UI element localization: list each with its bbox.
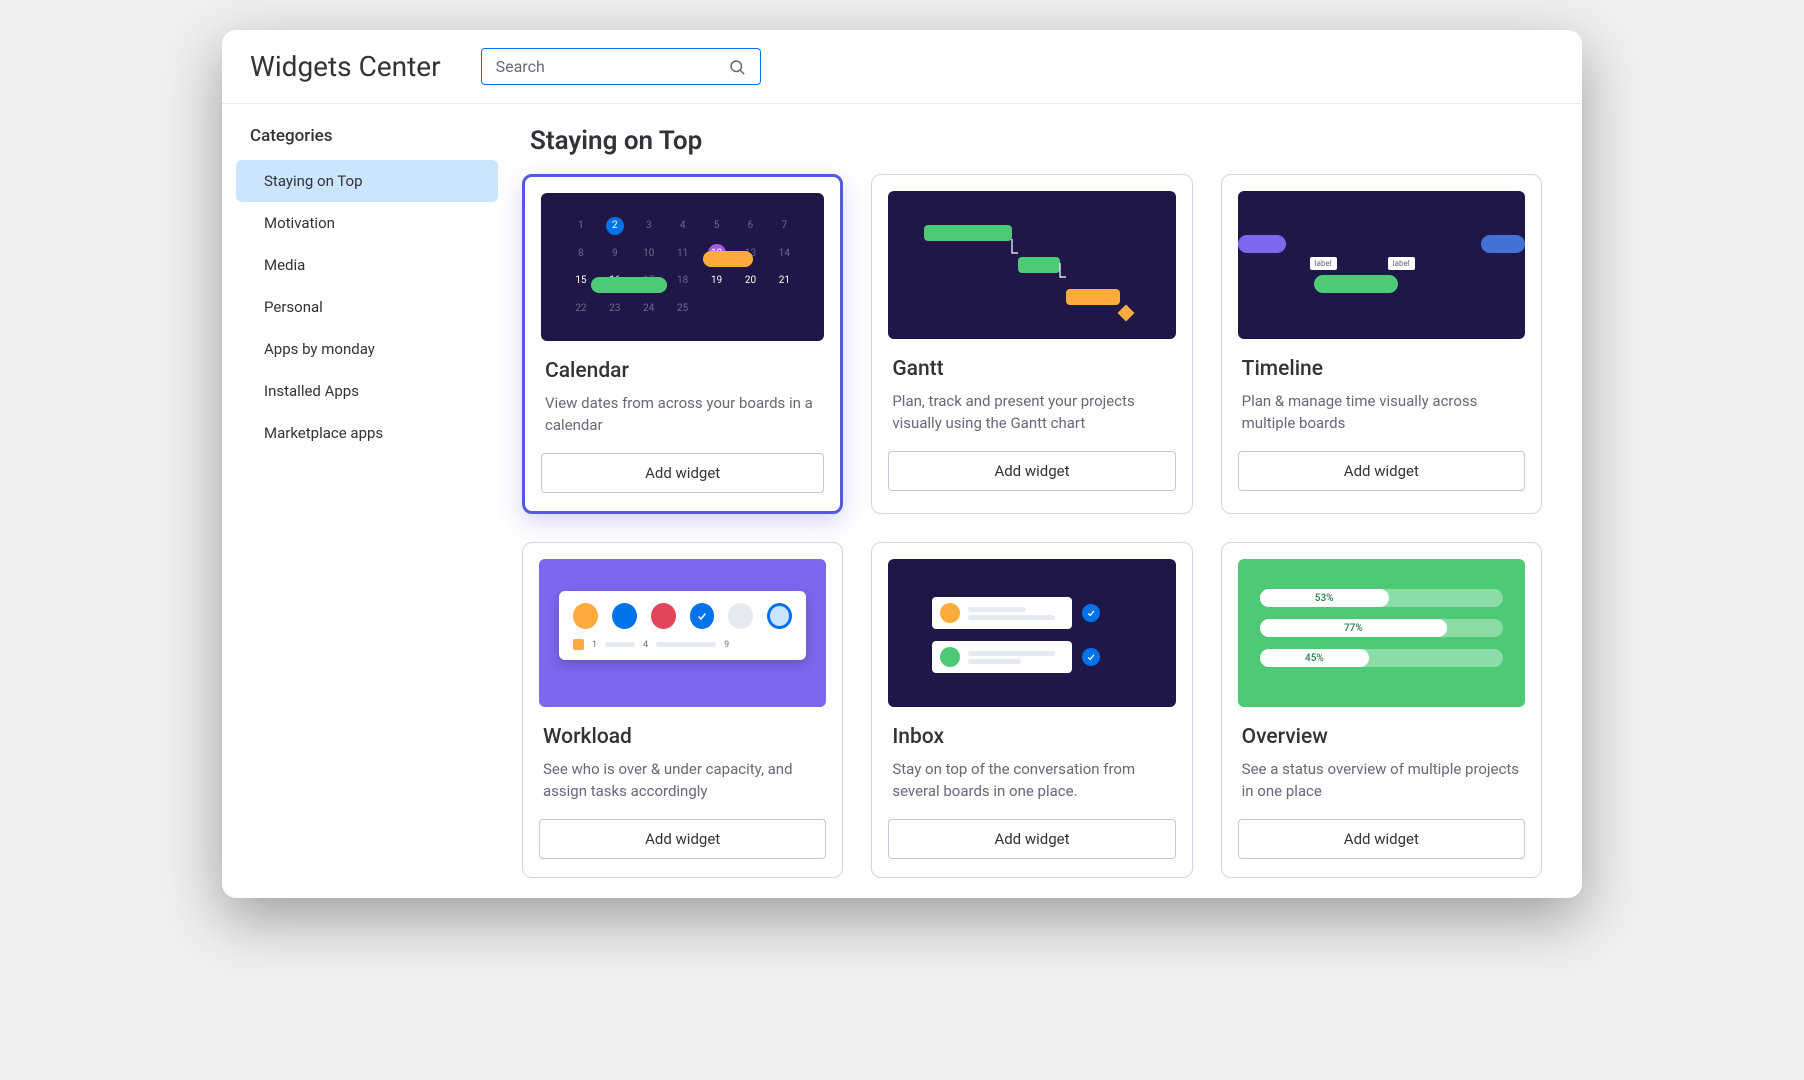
widget-card-calendar[interactable]: 1234567 891011121314 15161718192021 2223… — [522, 174, 843, 514]
sidebar: Categories Staying on Top Motivation Med… — [222, 104, 512, 898]
widget-card-workload[interactable]: 149 Workload See who is over & under cap… — [522, 542, 843, 878]
add-widget-button[interactable]: Add widget — [1238, 819, 1525, 859]
add-widget-button[interactable]: Add widget — [888, 819, 1175, 859]
sidebar-heading: Categories — [222, 126, 512, 160]
card-description: See a status overview of multiple projec… — [1242, 759, 1521, 803]
inbox-thumbnail — [888, 559, 1175, 707]
card-description: See who is over & under capacity, and as… — [543, 759, 822, 803]
add-widget-button[interactable]: Add widget — [541, 453, 824, 493]
sidebar-item-motivation[interactable]: Motivation — [236, 202, 498, 244]
add-widget-button[interactable]: Add widget — [1238, 451, 1525, 491]
search-input[interactable] — [496, 57, 728, 76]
card-description: Plan & manage time visually across multi… — [1242, 391, 1521, 435]
sidebar-item-installed-apps[interactable]: Installed Apps — [236, 370, 498, 412]
gantt-thumbnail — [888, 191, 1175, 339]
widgets-center-window: Widgets Center Categories Staying on Top… — [222, 30, 1582, 898]
main-content: Staying on Top 1234567 891011121314 1516… — [512, 104, 1582, 898]
card-description: Stay on top of the conversation from sev… — [892, 759, 1171, 803]
card-title: Gantt — [892, 357, 1171, 381]
widget-card-timeline[interactable]: label label Timeline Plan & manage time … — [1221, 174, 1542, 514]
sidebar-item-personal[interactable]: Personal — [236, 286, 498, 328]
widget-card-overview[interactable]: 53% 77% 45% Overview See a status overvi… — [1221, 542, 1542, 878]
page-title: Widgets Center — [250, 50, 441, 83]
search-icon — [728, 58, 746, 76]
sidebar-item-staying-on-top[interactable]: Staying on Top — [236, 160, 498, 202]
widgets-grid: 1234567 891011121314 15161718192021 2223… — [522, 174, 1542, 878]
sidebar-item-apps-by-monday[interactable]: Apps by monday — [236, 328, 498, 370]
workload-thumbnail: 149 — [539, 559, 826, 707]
card-title: Inbox — [892, 725, 1171, 749]
card-title: Calendar — [545, 359, 820, 383]
add-widget-button[interactable]: Add widget — [888, 451, 1175, 491]
body: Categories Staying on Top Motivation Med… — [222, 104, 1582, 898]
section-title: Staying on Top — [530, 126, 1542, 156]
header: Widgets Center — [222, 30, 1582, 104]
overview-thumbnail: 53% 77% 45% — [1238, 559, 1525, 707]
widget-card-gantt[interactable]: Gantt Plan, track and present your proje… — [871, 174, 1192, 514]
card-description: View dates from across your boards in a … — [545, 393, 820, 437]
sidebar-item-media[interactable]: Media — [236, 244, 498, 286]
card-description: Plan, track and present your projects vi… — [892, 391, 1171, 435]
card-title: Timeline — [1242, 357, 1521, 381]
sidebar-item-marketplace-apps[interactable]: Marketplace apps — [236, 412, 498, 454]
card-title: Overview — [1242, 725, 1521, 749]
calendar-thumbnail: 1234567 891011121314 15161718192021 2223… — [541, 193, 824, 341]
widget-card-inbox[interactable]: Inbox Stay on top of the conversation fr… — [871, 542, 1192, 878]
timeline-thumbnail: label label — [1238, 191, 1525, 339]
add-widget-button[interactable]: Add widget — [539, 819, 826, 859]
card-title: Workload — [543, 725, 822, 749]
search-box[interactable] — [481, 48, 761, 85]
